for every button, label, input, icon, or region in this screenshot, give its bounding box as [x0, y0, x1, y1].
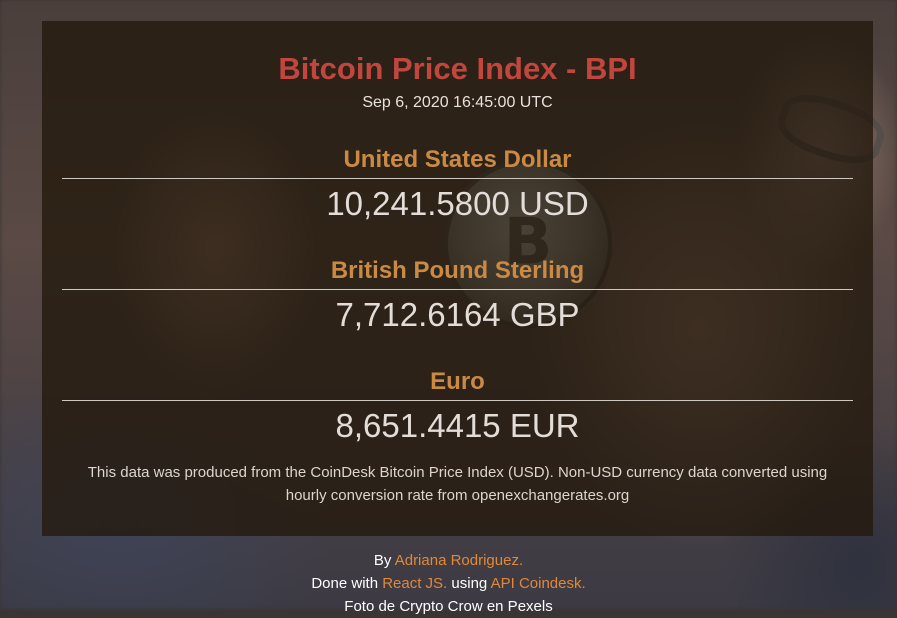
updated-timestamp: Sep 6, 2020 16:45:00 UTC — [362, 94, 553, 111]
currency-value: 7,712.6164 GBP — [335, 296, 580, 333]
footer-author-line: By Adriana Rodriguez. — [0, 549, 897, 572]
footer: By Adriana Rodriguez. Done with React JS… — [0, 549, 897, 618]
currency-usd: United States Dollar 10,241.5800 USD — [62, 144, 853, 223]
divider — [62, 400, 853, 401]
react-link[interactable]: React JS. — [382, 575, 447, 592]
currency-name: British Pound Sterling — [330, 257, 585, 284]
currency-name: United States Dollar — [343, 146, 572, 173]
api-coindesk-link[interactable]: API Coindesk. — [491, 575, 586, 592]
price-panel: Bitcoin Price Index - BPI Sep 6, 2020 16… — [42, 21, 873, 536]
currency-value: 10,241.5800 USD — [326, 185, 589, 222]
divider — [62, 289, 853, 290]
by-label: By — [373, 552, 392, 569]
photo-credit: Foto de Crypto Crow en Pexels — [344, 598, 553, 615]
divider — [62, 178, 853, 179]
footer-tech-line: Done with React JS. using API Coindesk. — [0, 572, 897, 595]
currency-gbp: British Pound Sterling 7,712.6164 GBP — [62, 255, 853, 334]
data-disclaimer: This data was produced from the CoinDesk… — [87, 464, 828, 504]
currency-eur: Euro 8,651.4415 EUR — [62, 366, 853, 445]
page-title: Bitcoin Price Index - BPI — [278, 51, 637, 86]
using-label: using — [451, 575, 488, 592]
author-link[interactable]: Adriana Rodriguez. — [395, 552, 523, 569]
price-panel-inner: Bitcoin Price Index - BPI Sep 6, 2020 16… — [42, 21, 873, 536]
done-with-label: Done with — [311, 575, 379, 592]
currency-name: Euro — [430, 368, 485, 395]
currency-value: 8,651.4415 EUR — [335, 407, 580, 444]
